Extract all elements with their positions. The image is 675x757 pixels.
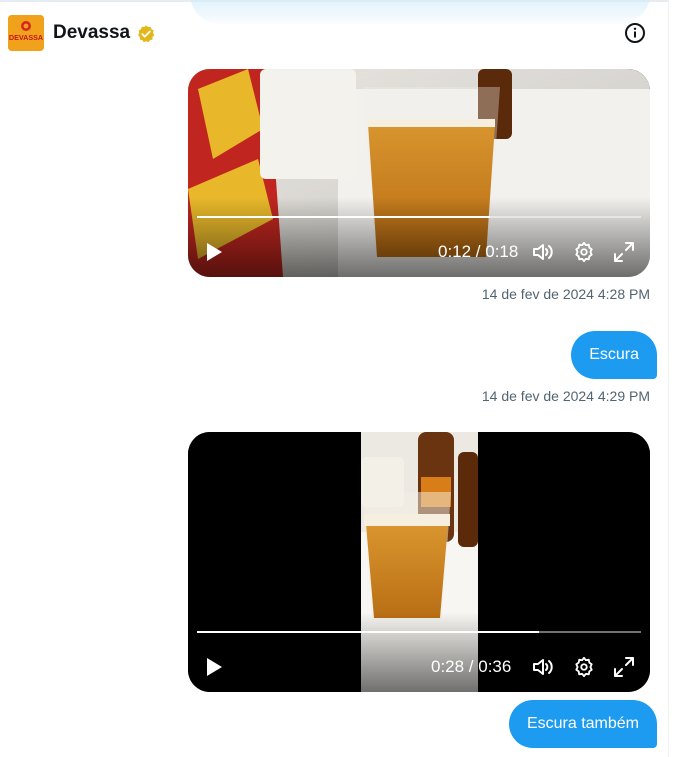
message-timestamp: 14 de fev de 2024 4:29 PM (481, 388, 650, 404)
video-progress-fill (197, 216, 491, 218)
play-icon[interactable] (204, 657, 224, 677)
avatar[interactable]: DEVASSA (8, 15, 44, 51)
svg-text:DEVASSA: DEVASSA (9, 33, 43, 42)
volume-icon[interactable] (531, 240, 555, 264)
video-progress-bar[interactable] (197, 216, 641, 218)
verified-badge-icon (138, 25, 155, 43)
message-bubble[interactable]: Escura (571, 331, 657, 379)
devassa-logo: DEVASSA (8, 15, 44, 51)
play-icon[interactable] (204, 242, 224, 262)
fullscreen-icon[interactable] (613, 241, 635, 263)
settings-gear-icon[interactable] (573, 241, 595, 263)
settings-gear-icon[interactable] (573, 656, 595, 678)
info-icon[interactable] (624, 22, 646, 44)
video-time: 0:12 / 0:18 (438, 242, 519, 261)
message-bubble[interactable]: Escura também (508, 700, 657, 748)
video-progress-fill (197, 631, 539, 633)
video-message[interactable]: 0:28 / 0:36 (188, 432, 650, 692)
video-controls-background (188, 197, 650, 277)
video-time: 0:28 / 0:36 (431, 657, 512, 676)
conversation-header: DEVASSA Devassa (0, 13, 668, 57)
fullscreen-icon[interactable] (613, 656, 635, 678)
video-controls-background (188, 612, 650, 692)
video-progress-bar[interactable] (197, 631, 641, 633)
panel-divider (668, 0, 669, 757)
video-message[interactable]: 0:12 / 0:18 (188, 69, 650, 277)
message-timestamp: 14 de fev de 2024 4:28 PM (481, 286, 650, 302)
volume-icon[interactable] (531, 655, 555, 679)
conversation-name[interactable]: Devassa (53, 22, 130, 44)
